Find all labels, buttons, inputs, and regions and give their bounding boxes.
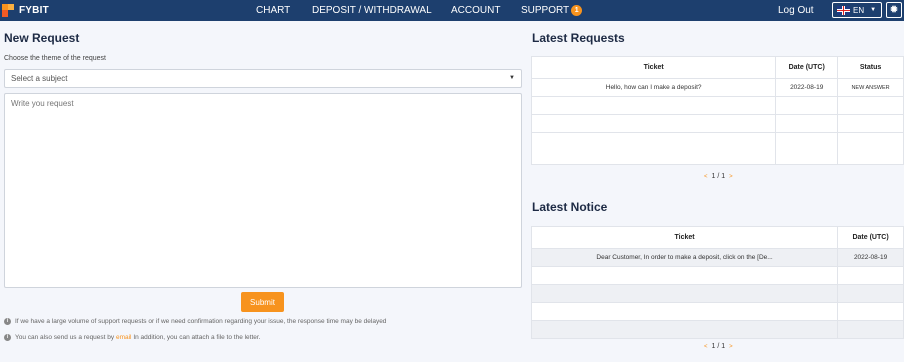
- col-date: Date (UTC): [837, 226, 904, 249]
- logo-text: FYBIT: [19, 5, 49, 16]
- language-label: EN: [853, 5, 865, 15]
- col-status: Status: [837, 56, 904, 79]
- requests-pagination: <1 / 1 >: [700, 173, 737, 180]
- notification-badge: 1: [571, 5, 583, 16]
- email-note: i You can also send us a request by emai…: [4, 334, 261, 341]
- note-text-1: If we have a large volume of support req…: [15, 318, 387, 325]
- logo[interactable]: FYBIT: [2, 2, 49, 19]
- chevron-right-icon[interactable]: >: [729, 344, 733, 350]
- nav-chart[interactable]: CHART: [256, 0, 290, 21]
- subject-select[interactable]: Select a subject ▼: [4, 69, 522, 88]
- table-row-empty: [530, 320, 904, 339]
- email-link[interactable]: email: [116, 334, 132, 341]
- nav-deposit-withdrawal[interactable]: DEPOSIT / WITHDRAWAL: [312, 0, 432, 21]
- chevron-down-icon: ▼: [509, 75, 515, 81]
- info-icon: i: [4, 334, 11, 341]
- subject-select-value: Select a subject: [11, 74, 68, 83]
- table-row-empty: [530, 114, 904, 133]
- top-navbar: FYBIT CHART DEPOSIT / WITHDRAWAL ACCOUNT…: [0, 0, 904, 21]
- logout-link[interactable]: Log Out: [778, 0, 814, 21]
- table-row-empty: [530, 302, 904, 321]
- chevron-left-icon[interactable]: <: [704, 174, 708, 180]
- theme-label: Choose the theme of the request: [4, 55, 106, 62]
- nav-support-label: SUPPORT: [521, 5, 570, 16]
- table-row-empty: [530, 266, 904, 285]
- status-badge: NEW ANSWER: [837, 78, 904, 97]
- latest-notice-title: Latest Notice: [532, 200, 608, 214]
- chevron-down-icon: ▼: [870, 7, 877, 13]
- table-row[interactable]: Dear Customer, In order to make a deposi…: [530, 248, 904, 267]
- table-row-empty: [530, 284, 904, 303]
- language-selector[interactable]: EN ▼: [832, 2, 882, 18]
- notice-ticket-cell[interactable]: Dear Customer, In order to make a deposi…: [530, 248, 839, 267]
- response-time-note: i If we have a large volume of support r…: [4, 318, 386, 325]
- new-request-title: New Request: [4, 31, 80, 45]
- chevron-left-icon[interactable]: <: [704, 344, 708, 350]
- table-row-empty: [530, 96, 904, 115]
- notice-pagination: <1 / 1 >: [700, 343, 737, 350]
- latest-requests-title: Latest Requests: [532, 31, 625, 45]
- table-row-empty: [530, 132, 904, 165]
- col-ticket: Ticket: [530, 226, 839, 249]
- gear-icon[interactable]: ✹: [886, 2, 902, 18]
- latest-notice-table: Ticket Date (UTC) Dear Customer, In orde…: [530, 226, 904, 339]
- page-indicator: 1 / 1: [711, 173, 726, 180]
- ticket-cell[interactable]: Hello, how can I make a deposit?: [530, 78, 777, 97]
- submit-button[interactable]: Submit: [241, 292, 284, 312]
- table-row[interactable]: Hello, how can I make a deposit? 2022-08…: [530, 78, 904, 97]
- logo-icon: [2, 3, 16, 18]
- info-icon: i: [4, 318, 11, 325]
- nav-support[interactable]: SUPPORT 1: [521, 0, 583, 21]
- chevron-right-icon[interactable]: >: [729, 174, 733, 180]
- page-indicator: 1 / 1: [711, 343, 726, 350]
- date-cell: 2022-08-19: [775, 78, 839, 97]
- request-textarea[interactable]: [4, 93, 522, 288]
- latest-requests-table: Ticket Date (UTC) Status Hello, how can …: [530, 56, 904, 165]
- col-date: Date (UTC): [775, 56, 839, 79]
- nav-account[interactable]: ACCOUNT: [451, 0, 500, 21]
- col-ticket: Ticket: [530, 56, 777, 79]
- notice-date-cell: 2022-08-19: [837, 248, 904, 267]
- uk-flag-icon: [837, 5, 850, 15]
- note-text-2-suffix: In addition, you can attach a file to th…: [133, 334, 261, 341]
- note-text-2-prefix: You can also send us a request by: [15, 334, 115, 341]
